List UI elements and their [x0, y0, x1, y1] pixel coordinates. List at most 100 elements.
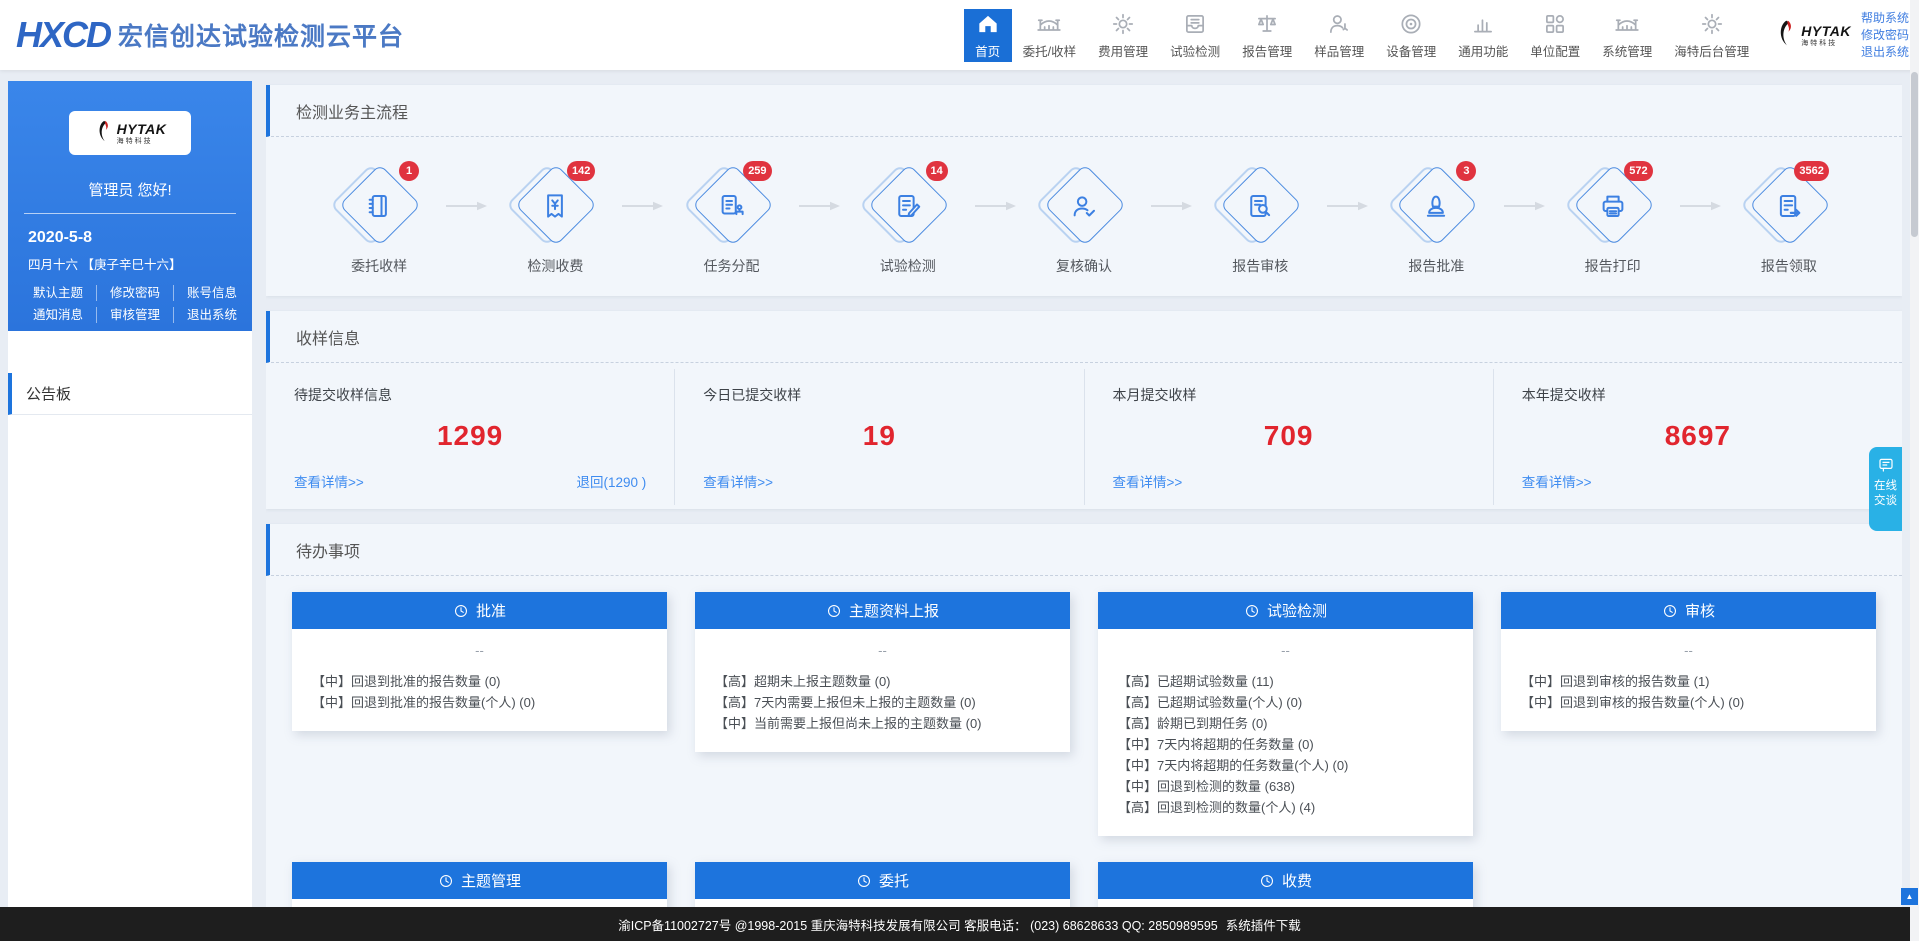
stat-footer: 查看详情>>	[703, 471, 1055, 491]
sidebar-user-panel: HYTAK 海特科技 管理员 您好! 2020-5-8 四月十六 【庚子辛巳十六…	[8, 81, 252, 331]
flow-arrow-icon	[620, 200, 666, 212]
detail-link[interactable]: 查看详情>>	[1522, 471, 1592, 491]
return-link[interactable]: 退回(1290 )	[576, 471, 646, 491]
corner-link-2[interactable]: 退出系统	[1861, 45, 1909, 60]
quick-link[interactable]: 默认主题	[20, 285, 97, 301]
scrollbar-track[interactable]	[1910, 0, 1919, 941]
todo-item[interactable]: 【高】龄期已到期任务 (0)	[1118, 713, 1453, 734]
quick-links-row: 通知消息审核管理退出系统	[8, 307, 252, 323]
flow-step-8[interactable]: 3562报告领取	[1724, 163, 1854, 276]
todo-card-header[interactable]: 收费	[1098, 862, 1473, 899]
flow-steps: 1委托收样 142检测收费 259任务分配 14 试验检测 复核确认报告审核 3报告批准 57…	[266, 137, 1902, 296]
sampling-panel: 收样信息 待提交收样信息1299查看详情>>退回(1290 )今日已提交收样19…	[266, 311, 1902, 509]
bar-chart-icon	[1470, 11, 1496, 37]
todo-item[interactable]: 【高】7天内需要上报但未上报的主题数量 (0)	[715, 692, 1050, 713]
nav-label: 试验检测	[1170, 41, 1220, 60]
quick-link[interactable]: 账号信息	[174, 285, 250, 301]
flow-step-1[interactable]: 142检测收费	[490, 163, 620, 276]
flow-step-7[interactable]: 572报告打印	[1548, 163, 1678, 276]
flow-step-0[interactable]: 1委托收样	[314, 163, 444, 276]
todo-item[interactable]: 【高】已超期试验数量(个人) (0)	[1118, 692, 1453, 713]
flow-step-4[interactable]: 复核确认	[1019, 163, 1149, 276]
detail-link[interactable]: 查看详情>>	[1113, 471, 1183, 491]
sidebar: HYTAK 海特科技 管理员 您好! 2020-5-8 四月十六 【庚子辛巳十六…	[8, 81, 252, 907]
nav-item-5[interactable]: 样品管理	[1303, 9, 1375, 62]
back-to-top-button[interactable]: ▲	[1901, 888, 1918, 905]
quick-link[interactable]: 退出系统	[174, 307, 250, 323]
nav-item-1[interactable]: 委托/收样	[1012, 9, 1087, 62]
todo-item[interactable]: 【中】回退到审核的报告数量 (1)	[1521, 671, 1856, 692]
footer-plugin-link[interactable]: 系统插件下载	[1226, 915, 1301, 934]
nav-label: 系统管理	[1602, 41, 1652, 60]
flow-step-3[interactable]: 14 试验检测	[843, 163, 973, 276]
doc-org-icon	[717, 191, 747, 221]
scrollbar-thumb[interactable]	[1911, 72, 1918, 237]
detail-link[interactable]: 查看详情>>	[294, 471, 364, 491]
todo-card-title: 收费	[1282, 870, 1312, 891]
placeholder-dash: --	[695, 899, 1070, 907]
todo-item[interactable]: 【中】回退到批准的报告数量(个人) (0)	[312, 692, 647, 713]
app-logo-block: HXCD 宏信创达试验检测云平台	[0, 0, 964, 70]
stat-value: 709	[1113, 420, 1465, 452]
todo-item[interactable]: 【高】已超期试验数量 (11)	[1118, 671, 1453, 692]
todo-item-list: 【中】回退到批准的报告数量 (0)【中】回退到批准的报告数量(个人) (0)	[292, 663, 667, 731]
chat-label-line2: 交谈	[1874, 494, 1897, 509]
nav-item-4[interactable]: 报告管理	[1231, 9, 1303, 62]
todo-card-header[interactable]: 主题管理	[292, 862, 667, 899]
nav-item-6[interactable]: 设备管理	[1375, 9, 1447, 62]
flow-step-label: 试验检测	[880, 256, 936, 276]
count-badge: 3562	[1794, 161, 1828, 181]
nav-item-9[interactable]: 系统管理	[1591, 9, 1663, 62]
nav-item-7[interactable]: 通用功能	[1447, 9, 1519, 62]
diamond-wrap: 1	[336, 163, 422, 249]
notebook-icon	[364, 191, 394, 221]
bridge-icon	[1614, 11, 1640, 37]
flow-step-6[interactable]: 3报告批准	[1371, 163, 1501, 276]
todo-item[interactable]: 【中】7天内将超期的任务数量(个人) (0)	[1118, 755, 1453, 776]
stat-value: 19	[703, 420, 1055, 452]
todo-item[interactable]: 【中】回退到审核的报告数量(个人) (0)	[1521, 692, 1856, 713]
doc-out-icon	[1774, 191, 1804, 221]
sidebar-brand-card: HYTAK 海特科技	[69, 111, 191, 155]
todo-item[interactable]: 【高】超期未上报主题数量 (0)	[715, 671, 1050, 692]
nav-item-10[interactable]: 海特后台管理	[1663, 9, 1760, 62]
corner-link-1[interactable]: 修改密码	[1861, 28, 1909, 43]
nav-item-2[interactable]: 费用管理	[1087, 9, 1159, 62]
footer: 渝ICP备11002727号 @1998-2015 重庆海特科技发展有限公司 客…	[0, 907, 1919, 941]
todo-item[interactable]: 【中】回退到批准的报告数量 (0)	[312, 671, 647, 692]
count-badge: 14	[926, 161, 948, 181]
online-chat-button[interactable]: 在线 交谈	[1869, 447, 1902, 531]
todo-item[interactable]: 【中】当前需要上报但尚未上报的主题数量 (0)	[715, 713, 1050, 734]
clock-icon	[826, 603, 842, 619]
todo-item[interactable]: 【中】7天内将超期的任务数量 (0)	[1118, 734, 1453, 755]
flow-step-2[interactable]: 259任务分配	[666, 163, 796, 276]
nav-label: 样品管理	[1314, 41, 1364, 60]
todo-item[interactable]: 【高】回退到检测的数量(个人) (4)	[1118, 797, 1453, 818]
clock-icon	[1662, 603, 1678, 619]
todo-card-header[interactable]: 批准	[292, 592, 667, 629]
grid-icon	[1542, 11, 1568, 37]
user-greeting: 管理员 您好!	[8, 179, 252, 200]
quick-link[interactable]: 审核管理	[97, 307, 174, 323]
quick-link[interactable]: 通知消息	[20, 307, 97, 323]
user-key-icon	[1326, 11, 1352, 37]
nav-item-8[interactable]: 单位配置	[1519, 9, 1591, 62]
corner-link-0[interactable]: 帮助系统	[1861, 11, 1909, 26]
nav-item-3[interactable]: 试验检测	[1159, 9, 1231, 62]
todo-item[interactable]: 【中】回退到检测的数量 (638)	[1118, 776, 1453, 797]
diamond-wrap: 3562	[1746, 163, 1832, 249]
nav-item-0[interactable]: 首页	[964, 9, 1012, 62]
todo-card-header[interactable]: 委托	[695, 862, 1070, 899]
flow-step-5[interactable]: 报告审核	[1195, 163, 1325, 276]
brand-sub: 海特科技	[1801, 40, 1851, 47]
todo-card-header[interactable]: 试验检测	[1098, 592, 1473, 629]
clock-icon	[453, 603, 469, 619]
flow-arrow-icon	[1678, 200, 1724, 212]
placeholder-dash: --	[292, 899, 667, 907]
nav-label: 通用功能	[1458, 41, 1508, 60]
quick-link[interactable]: 修改密码	[97, 285, 174, 301]
todo-card-header[interactable]: 主题资料上报	[695, 592, 1070, 629]
scale-icon	[1254, 11, 1280, 37]
detail-link[interactable]: 查看详情>>	[703, 471, 773, 491]
todo-card-header[interactable]: 审核	[1501, 592, 1876, 629]
